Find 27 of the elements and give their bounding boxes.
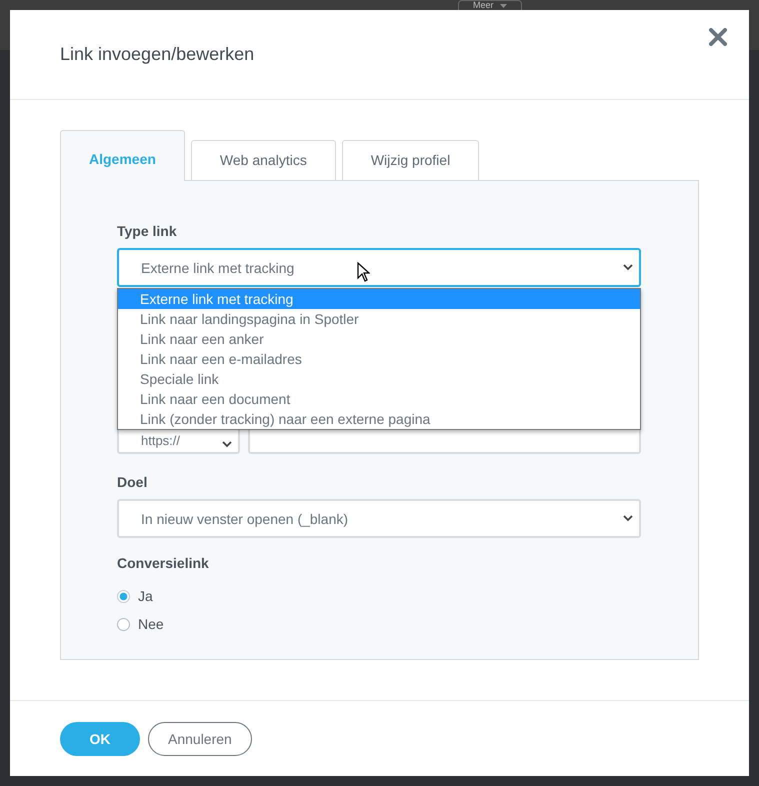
chevron-icon (623, 264, 633, 271)
caret-icon (500, 4, 507, 8)
dropdown-option[interactable]: Link naar een e-mailadres (118, 349, 640, 369)
link-type-select[interactable]: Externe link met tracking (117, 248, 641, 287)
dropdown-option[interactable]: Externe link met tracking (118, 289, 640, 309)
target-select[interactable]: In nieuw venster openen (_blank) (117, 499, 641, 538)
chevron-icon (222, 441, 232, 448)
cancel-button[interactable]: Annuleren (148, 722, 252, 756)
tab[interactable]: Wijzig profiel (342, 140, 480, 180)
tab[interactable]: Algemeen (60, 130, 185, 181)
field-label: Conversielink (117, 555, 210, 571)
dropdown-option[interactable]: Link naar landingspagina in Spotler (118, 309, 640, 329)
dialog-title: Link invoegen/bewerken (60, 44, 254, 65)
chevron-icon (623, 515, 633, 522)
tab[interactable]: Web analytics (190, 140, 336, 180)
dropdown-option[interactable]: Link naar een document (118, 389, 640, 409)
radio-button[interactable] (117, 590, 130, 602)
field-label: Type link (117, 223, 178, 239)
dropdown-option[interactable]: Link naar een anker (118, 329, 640, 349)
radio-label: Nee (138, 616, 164, 632)
ok-button[interactable]: OK (60, 722, 140, 756)
field-label: Doel (117, 474, 148, 490)
radio-label: Ja (138, 588, 153, 604)
close-icon[interactable] (709, 28, 727, 46)
cursor-icon (357, 262, 370, 282)
dropdown-option[interactable]: Speciale link (118, 369, 640, 389)
radio-button[interactable] (117, 618, 130, 630)
